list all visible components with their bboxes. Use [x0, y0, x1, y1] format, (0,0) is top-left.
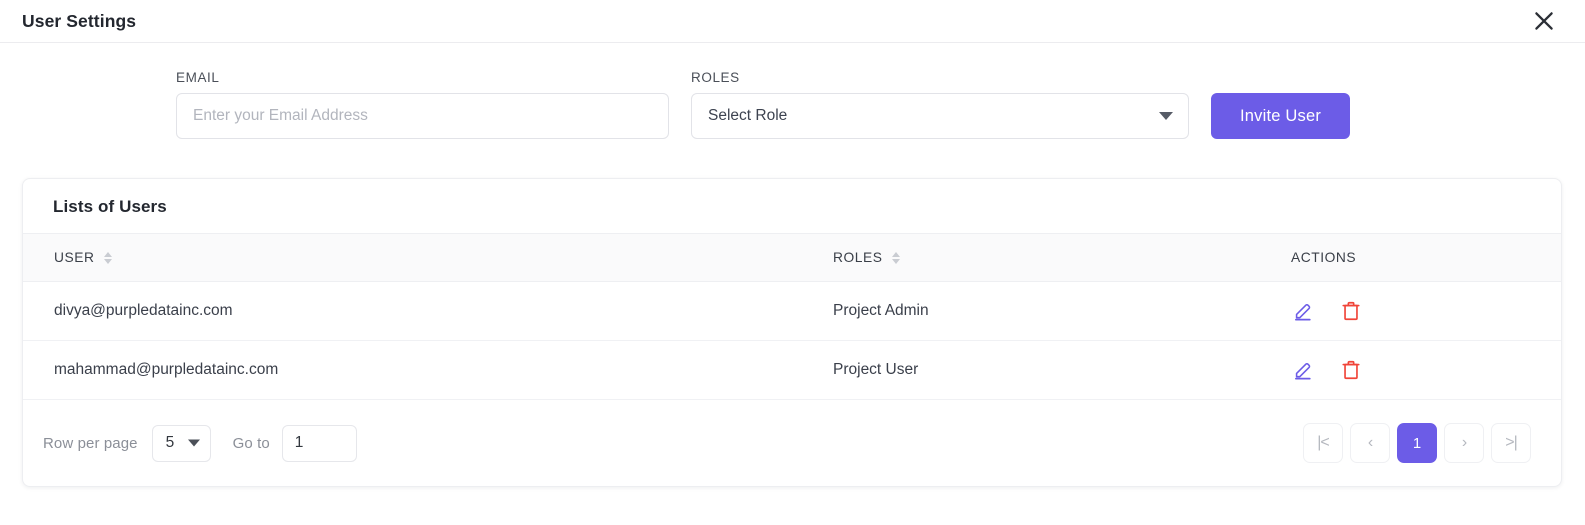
email-label: EMAIL — [176, 70, 220, 85]
users-list-title: Lists of Users — [53, 197, 167, 216]
rows-per-page-select[interactable]: 5 — [151, 424, 211, 462]
email-field-group: EMAIL — [176, 70, 669, 139]
users-table: USER ROLES ACTIONS divya@purpledatainc.c… — [23, 233, 1561, 400]
roles-field-group: ROLES Select Role — [691, 70, 1189, 139]
close-button[interactable] — [1529, 6, 1559, 36]
invite-user-button[interactable]: Invite User — [1211, 93, 1350, 139]
users-list-card: Lists of Users USER ROLES ACTIONS divya@… — [22, 178, 1562, 487]
user-settings-dialog: User Settings EMAIL ROLES Select Role In — [0, 0, 1585, 525]
dialog-header: User Settings — [0, 0, 1585, 43]
sort-icon[interactable] — [891, 251, 900, 264]
delete-user-button[interactable] — [1340, 300, 1362, 322]
table-row: mahammad@purpledatainc.com Project User — [23, 340, 1561, 400]
pencil-edit-icon — [1292, 300, 1314, 322]
sort-icon[interactable] — [103, 251, 112, 264]
column-header-user[interactable]: USER — [23, 234, 833, 282]
column-header-roles[interactable]: ROLES — [833, 234, 1288, 282]
chevron-down-icon — [187, 439, 200, 447]
column-header-actions: ACTIONS — [1288, 234, 1561, 282]
cell-actions — [1288, 281, 1561, 341]
edit-user-button[interactable] — [1292, 300, 1314, 322]
table-row: divya@purpledatainc.com Project Admin — [23, 281, 1561, 341]
cell-role: Project User — [833, 340, 1288, 400]
page-title: User Settings — [22, 10, 137, 31]
pagination-last-button[interactable]: >| — [1491, 423, 1531, 463]
trash-delete-icon — [1340, 359, 1362, 381]
pagination-next-button[interactable]: › — [1444, 423, 1484, 463]
column-label-user: USER — [54, 250, 95, 265]
pagination: |< ‹ 1 › >| — [1303, 423, 1531, 463]
pencil-edit-icon — [1292, 359, 1314, 381]
email-input[interactable] — [176, 93, 669, 139]
close-icon — [1533, 10, 1555, 32]
pagination-page-1-button[interactable]: 1 — [1397, 423, 1437, 463]
users-table-body: divya@purpledatainc.com Project Admin ma… — [23, 281, 1561, 400]
role-select-value: Select Role — [708, 107, 788, 124]
trash-delete-icon — [1340, 300, 1362, 322]
cell-role: Project Admin — [833, 281, 1288, 341]
goto-page-label: Go to — [232, 434, 270, 452]
goto-page-input[interactable] — [281, 424, 357, 462]
cell-user: divya@purpledatainc.com — [23, 281, 833, 341]
edit-user-button[interactable] — [1292, 359, 1314, 381]
table-footer: Row per page 5 Go to |< ‹ 1 › >| — [23, 400, 1561, 486]
cell-user: mahammad@purpledatainc.com — [23, 340, 833, 400]
users-table-head: USER ROLES ACTIONS — [23, 233, 1561, 282]
role-select[interactable]: Select Role — [691, 93, 1189, 139]
roles-label: ROLES — [691, 70, 740, 85]
table-header-row: USER ROLES ACTIONS — [23, 233, 1561, 282]
pagination-prev-button[interactable]: ‹ — [1350, 423, 1390, 463]
delete-user-button[interactable] — [1340, 359, 1362, 381]
pagination-first-button[interactable]: |< — [1303, 423, 1343, 463]
column-label-roles: ROLES — [833, 250, 883, 265]
column-label-actions: ACTIONS — [1291, 250, 1357, 265]
cell-actions — [1288, 340, 1561, 400]
invite-form: EMAIL ROLES Select Role Invite User — [0, 43, 1585, 139]
rows-per-page-value: 5 — [165, 434, 175, 451]
rows-per-page-label: Row per page — [43, 434, 138, 452]
